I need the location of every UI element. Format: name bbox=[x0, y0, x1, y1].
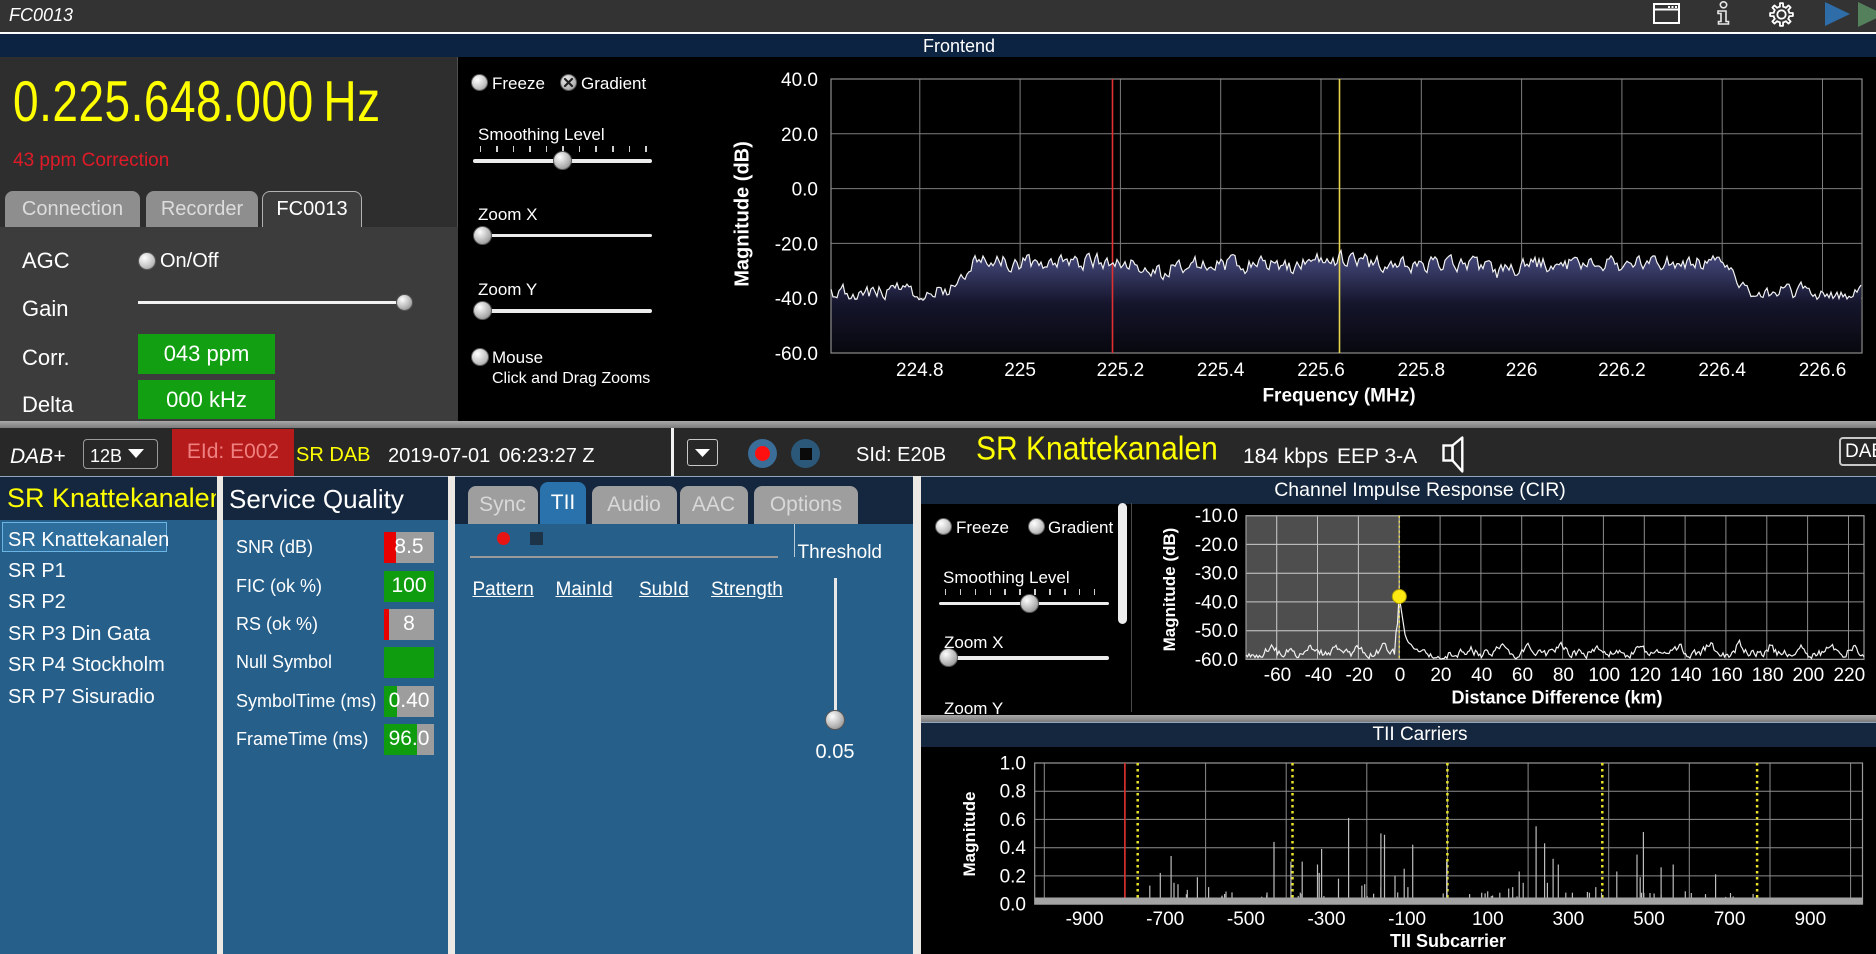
svg-text:20.0: 20.0 bbox=[781, 125, 818, 146]
svg-text:-700: -700 bbox=[1146, 909, 1184, 930]
svg-text:500: 500 bbox=[1633, 909, 1665, 930]
svg-text:220: 220 bbox=[1833, 665, 1865, 686]
svg-text:Distance Difference (km): Distance Difference (km) bbox=[1451, 688, 1662, 708]
svg-text:0: 0 bbox=[1395, 665, 1406, 686]
svg-text:1.0: 1.0 bbox=[1000, 754, 1026, 775]
svg-text:-30.0: -30.0 bbox=[1195, 564, 1238, 585]
svg-text:225: 225 bbox=[1004, 360, 1036, 381]
svg-text:225.4: 225.4 bbox=[1197, 360, 1245, 381]
svg-text:0.4: 0.4 bbox=[1000, 838, 1027, 859]
svg-text:226: 226 bbox=[1506, 360, 1538, 381]
svg-text:0.0: 0.0 bbox=[1000, 895, 1026, 916]
svg-text:80: 80 bbox=[1553, 665, 1574, 686]
svg-text:700: 700 bbox=[1714, 909, 1746, 930]
svg-text:-10.0: -10.0 bbox=[1195, 506, 1238, 527]
svg-text:100: 100 bbox=[1472, 909, 1504, 930]
svg-text:-20.0: -20.0 bbox=[1195, 535, 1238, 556]
svg-text:225.8: 225.8 bbox=[1398, 360, 1446, 381]
svg-text:0.8: 0.8 bbox=[1000, 782, 1026, 803]
svg-text:Magnitude (dB): Magnitude (dB) bbox=[732, 141, 754, 287]
svg-text:Magnitude (dB): Magnitude (dB) bbox=[1160, 528, 1179, 652]
svg-text:225.6: 225.6 bbox=[1297, 360, 1345, 381]
svg-text:-900: -900 bbox=[1066, 909, 1104, 930]
svg-text:224.8: 224.8 bbox=[896, 360, 944, 381]
svg-text:-40.0: -40.0 bbox=[775, 289, 818, 310]
svg-text:-50.0: -50.0 bbox=[1195, 621, 1238, 642]
svg-text:0.2: 0.2 bbox=[1000, 866, 1026, 887]
svg-text:300: 300 bbox=[1553, 909, 1585, 930]
svg-text:120: 120 bbox=[1629, 665, 1661, 686]
svg-text:-300: -300 bbox=[1307, 909, 1345, 930]
svg-text:-20: -20 bbox=[1345, 665, 1372, 686]
svg-text:226.4: 226.4 bbox=[1698, 360, 1746, 381]
svg-text:180: 180 bbox=[1752, 665, 1784, 686]
svg-text:100: 100 bbox=[1588, 665, 1620, 686]
svg-text:-60.0: -60.0 bbox=[1195, 650, 1238, 671]
svg-text:140: 140 bbox=[1670, 665, 1702, 686]
svg-text:-40: -40 bbox=[1305, 665, 1332, 686]
svg-text:TII Subcarrier: TII Subcarrier bbox=[1390, 931, 1506, 951]
svg-text:-60: -60 bbox=[1264, 665, 1291, 686]
svg-text:900: 900 bbox=[1794, 909, 1826, 930]
svg-text:-40.0: -40.0 bbox=[1195, 592, 1238, 613]
svg-text:225.2: 225.2 bbox=[1097, 360, 1145, 381]
svg-text:-20.0: -20.0 bbox=[775, 234, 818, 255]
svg-text:-60.0: -60.0 bbox=[775, 344, 818, 365]
svg-text:226.6: 226.6 bbox=[1799, 360, 1847, 381]
svg-text:40.0: 40.0 bbox=[781, 70, 818, 91]
svg-text:0.6: 0.6 bbox=[1000, 810, 1026, 831]
svg-text:226.2: 226.2 bbox=[1598, 360, 1646, 381]
svg-text:60: 60 bbox=[1512, 665, 1533, 686]
svg-text:-500: -500 bbox=[1227, 909, 1265, 930]
svg-text:Magnitude: Magnitude bbox=[960, 792, 979, 877]
svg-text:-100: -100 bbox=[1388, 909, 1426, 930]
svg-text:0.0: 0.0 bbox=[792, 180, 818, 201]
svg-text:Frequency (MHz): Frequency (MHz) bbox=[1262, 386, 1415, 407]
svg-text:200: 200 bbox=[1793, 665, 1825, 686]
svg-text:160: 160 bbox=[1711, 665, 1743, 686]
svg-text:40: 40 bbox=[1471, 665, 1492, 686]
svg-text:20: 20 bbox=[1430, 665, 1451, 686]
